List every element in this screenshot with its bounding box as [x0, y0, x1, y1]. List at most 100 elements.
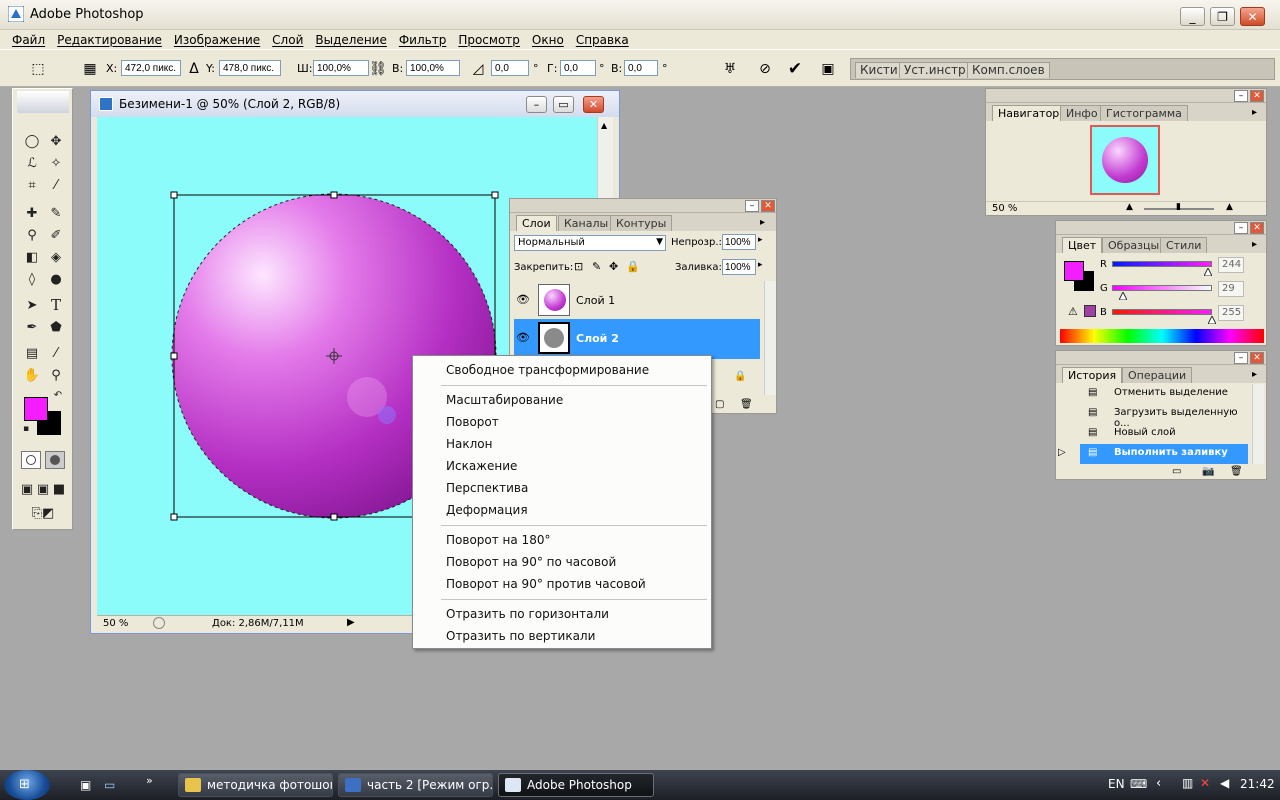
doc-close-button[interactable]: ✕ [583, 96, 604, 113]
tab-channels[interactable]: Каналы [558, 215, 615, 231]
r-value[interactable]: 244 [1218, 257, 1244, 273]
transform-handle[interactable] [491, 191, 499, 199]
eraser-tool-icon[interactable]: ◧ [21, 247, 43, 267]
lock-pixels-icon[interactable]: ✎ [592, 260, 601, 273]
menu-select[interactable]: Выделение [315, 33, 386, 47]
new-snapshot-icon[interactable]: 📷 [1202, 466, 1214, 477]
transform-handle[interactable] [330, 191, 338, 199]
screen-mode-full-icon[interactable]: ■ [51, 479, 67, 499]
default-colors-icon[interactable]: ▪ [19, 423, 33, 435]
quick-launch-icon[interactable]: ▣ [80, 778, 91, 792]
quick-mask-button[interactable] [45, 451, 65, 469]
palette-minimize-button[interactable]: – [745, 200, 759, 212]
palette-close-button[interactable]: ✕ [1250, 90, 1264, 102]
healing-brush-icon[interactable]: ✚ [21, 203, 43, 223]
palette-minimize-button[interactable]: – [1234, 90, 1248, 102]
path-select-icon[interactable]: ➤ [21, 295, 43, 315]
tab-actions[interactable]: Операции [1122, 367, 1193, 383]
menu-file[interactable]: Файл [12, 33, 45, 47]
zoom-tool-icon[interactable]: ⚲ [45, 365, 67, 385]
gamut-color-chip[interactable] [1084, 305, 1096, 317]
menu-skew[interactable]: Наклон [446, 437, 492, 451]
navigator-thumbnail[interactable] [1090, 125, 1160, 195]
doc-maximize-button[interactable]: ▭ [553, 96, 574, 113]
menu-view[interactable]: Просмотр [458, 33, 520, 47]
fill-slider-icon[interactable]: ▸ [758, 260, 763, 270]
zoom-out-icon[interactable]: ▲ [1126, 202, 1133, 212]
hand-tool-icon[interactable]: ✋ [21, 365, 43, 385]
r-slider-thumb[interactable] [1203, 268, 1212, 276]
move-tool-icon[interactable]: ✥ [45, 131, 67, 151]
eye-icon[interactable]: 👁 [516, 331, 530, 344]
close-button[interactable]: ✕ [1240, 7, 1265, 26]
menu-filter[interactable]: Фильтр [399, 33, 446, 47]
tab-paths[interactable]: Контуры [610, 215, 673, 231]
lock-all-icon[interactable]: 🔒 [626, 260, 640, 273]
layers-scrollbar[interactable] [764, 281, 776, 395]
color-fg-swatch[interactable] [1064, 261, 1084, 281]
show-desktop-icon[interactable]: ▭ [104, 778, 115, 792]
menu-free-transform[interactable]: Свободное трансформирование [446, 363, 649, 377]
slice-tool-icon[interactable]: ⁄ [45, 175, 67, 195]
x-input[interactable] [121, 60, 181, 76]
taskbar-item-active[interactable]: Adobe Photoshop [498, 773, 654, 797]
hskew-input[interactable] [560, 60, 596, 76]
menu-edit[interactable]: Редактирование [57, 33, 162, 47]
zoom-thumb-icon[interactable]: ▮ [1176, 202, 1181, 212]
eye-icon[interactable]: 👁 [516, 293, 530, 306]
blur-tool-icon[interactable]: ◊ [21, 269, 43, 289]
cancel-transform-icon[interactable]: ⊘ [755, 59, 775, 79]
jump-to-imageready-icon[interactable]: ⎘◩ [21, 503, 65, 523]
menu-flip-horizontal[interactable]: Отразить по горизонтали [446, 607, 609, 621]
link-icon[interactable]: ⛓ [368, 59, 388, 79]
r-slider[interactable] [1112, 261, 1212, 267]
tool-preset-icon[interactable]: ⬚ [28, 59, 48, 79]
paint-bucket-icon[interactable]: ◈ [45, 247, 67, 267]
menu-window[interactable]: Окно [532, 33, 564, 47]
tab-swatches[interactable]: Образцы [1102, 237, 1166, 253]
lock-position-icon[interactable]: ✥ [609, 260, 618, 273]
vskew-input[interactable] [624, 60, 658, 76]
history-scrollbar[interactable] [1252, 384, 1264, 464]
palette-minimize-button[interactable]: – [1234, 222, 1248, 234]
warp-icon[interactable]: ♅ [720, 59, 740, 79]
quick-launch-overflow-icon[interactable]: » [146, 774, 153, 787]
doc-minimize-button[interactable]: – [526, 96, 547, 113]
palette-minimize-button[interactable]: – [1234, 352, 1248, 364]
menu-flip-vertical[interactable]: Отразить по вертикали [446, 629, 595, 643]
delta-icon[interactable]: Δ [184, 59, 204, 79]
marquee-tool-icon[interactable]: ◯ [21, 131, 43, 151]
layer-row[interactable]: 👁 Слой 1 [514, 281, 760, 321]
navigator-zoom[interactable]: 50 % [992, 203, 1017, 214]
feather-icon[interactable] [17, 91, 69, 113]
zoom-in-icon[interactable]: ▲ [1226, 202, 1233, 212]
delete-state-icon[interactable]: 🗑 [1230, 466, 1243, 477]
menu-scale[interactable]: Масштабирование [446, 393, 563, 407]
pen-tool-icon[interactable]: ✒ [21, 317, 43, 337]
reference-point-icon[interactable]: ▦ [80, 59, 100, 79]
menu-rotate-90-ccw[interactable]: Поворот на 90° против часовой [446, 577, 646, 591]
gamut-warning-icon[interactable]: ⚠ [1068, 305, 1078, 318]
tab-history[interactable]: История [1062, 367, 1123, 383]
blend-mode-select[interactable]: Нормальный ▼ [514, 235, 666, 251]
new-layer-icon[interactable]: ▢ [715, 399, 724, 410]
taskbar-item[interactable]: методичка фотошоп [178, 773, 333, 797]
start-button[interactable]: ⊞ [4, 770, 50, 800]
history-item-selected[interactable]: ▷ ▤ Выполнить заливку [1058, 444, 1248, 464]
tab-brushes[interactable]: Кисти [855, 62, 903, 78]
history-brush-icon[interactable]: ✐ [45, 225, 67, 245]
transform-handle[interactable] [330, 513, 338, 521]
foreground-color-swatch[interactable] [24, 397, 48, 421]
commit-transform-icon[interactable]: ✔ [785, 59, 805, 79]
g-value[interactable]: 29 [1218, 281, 1244, 297]
minimize-button[interactable]: _ [1180, 7, 1205, 26]
palette-menu-icon[interactable]: ▸ [760, 217, 765, 228]
magic-wand-icon[interactable]: ✧ [45, 153, 67, 173]
type-tool-icon[interactable]: T [45, 295, 67, 315]
volume-icon[interactable]: ◀ [1220, 776, 1229, 790]
palette-menu-icon[interactable]: ▸ [1252, 369, 1257, 380]
eyedropper-icon[interactable]: ⁄ [45, 343, 67, 363]
fill-input[interactable] [722, 259, 756, 275]
status-info-icon[interactable] [153, 617, 165, 629]
opacity-input[interactable] [722, 234, 756, 250]
